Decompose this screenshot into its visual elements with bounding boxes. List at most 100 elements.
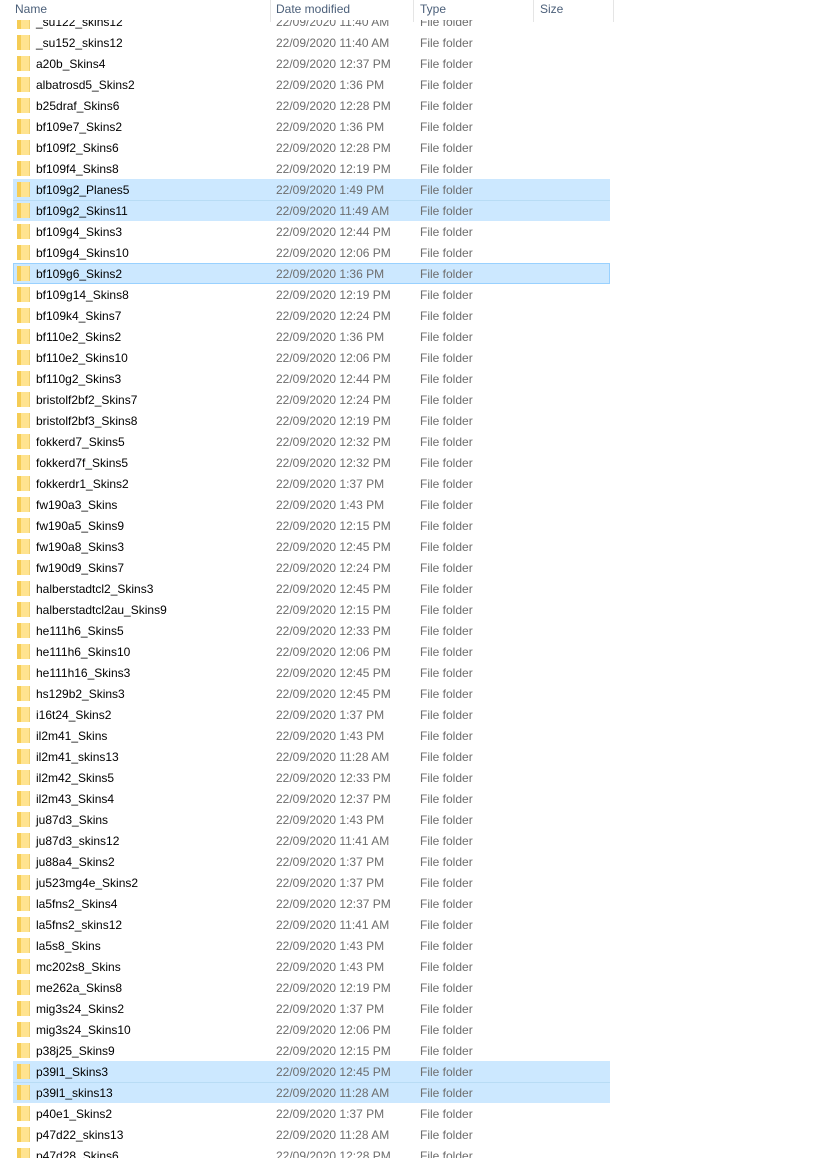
file-row[interactable]: he111h6_Skins5 22/09/2020 12:33 PM File fo… bbox=[0, 620, 830, 641]
file-row[interactable]: bf109g2_Planes5 22/09/2020 1:49 PM File fo… bbox=[0, 179, 830, 200]
file-row[interactable]: fw190d9_Skins7 22/09/2020 12:24 PM File fo… bbox=[0, 557, 830, 578]
file-row[interactable]: fw190a3_Skins 22/09/2020 1:43 PM File fold… bbox=[0, 494, 830, 515]
file-row[interactable]: p38j25_Skins9 22/09/2020 12:15 PM File fol… bbox=[0, 1040, 830, 1061]
file-type: File folder bbox=[420, 519, 473, 533]
file-row[interactable]: halberstadtcl2au_Skins9 22/09/2020 12:15 … bbox=[0, 599, 830, 620]
file-type: File folder bbox=[420, 246, 473, 260]
file-row[interactable]: p47d28_Skins6 22/09/2020 12:28 PM File fol… bbox=[0, 1145, 830, 1158]
folder-icon bbox=[17, 245, 30, 260]
file-row[interactable]: bf110e2_Skins2 22/09/2020 1:36 PM File fol… bbox=[0, 326, 830, 347]
folder-icon bbox=[17, 77, 30, 92]
file-row[interactable]: fokkerd7_Skins5 22/09/2020 12:32 PM File f… bbox=[0, 431, 830, 452]
file-row[interactable]: bf110g2_Skins3 22/09/2020 12:44 PM File fo… bbox=[0, 368, 830, 389]
file-row[interactable]: me262a_Skins8 22/09/2020 12:19 PM File fol… bbox=[0, 977, 830, 998]
file-row[interactable]: ju523mg4e_Skins2 22/09/2020 1:37 PM File f… bbox=[0, 872, 830, 893]
file-row[interactable]: fw190a8_Skins3 22/09/2020 12:45 PM File fo… bbox=[0, 536, 830, 557]
file-name: p47d22_skins13 bbox=[36, 1128, 124, 1142]
file-type: File folder bbox=[420, 435, 473, 449]
file-row[interactable]: bf109g2_Skins11 22/09/2020 11:49 AM File f… bbox=[0, 200, 830, 221]
file-row[interactable]: he111h16_Skins3 22/09/2020 12:45 PM File f… bbox=[0, 662, 830, 683]
folder-icon bbox=[17, 287, 30, 302]
file-row[interactable]: i16t24_Skins2 22/09/2020 1:37 PM File fold… bbox=[0, 704, 830, 725]
date-modified: 22/09/2020 12:19 PM bbox=[276, 162, 391, 176]
file-row[interactable]: bf109e7_Skins2 22/09/2020 1:36 PM File fol… bbox=[0, 116, 830, 137]
column-divider[interactable] bbox=[533, 0, 534, 22]
file-row[interactable]: mig3s24_Skins2 22/09/2020 1:37 PM File fol… bbox=[0, 998, 830, 1019]
file-name: ju88a4_Skins2 bbox=[36, 855, 115, 869]
file-row[interactable]: il2m43_Skins4 22/09/2020 12:37 PM File fol… bbox=[0, 788, 830, 809]
file-row[interactable]: il2m41_Skins 22/09/2020 1:43 PM File folde… bbox=[0, 725, 830, 746]
file-row[interactable]: albatrosd5_Skins2 22/09/2020 1:36 PM File … bbox=[0, 74, 830, 95]
file-type: File folder bbox=[420, 267, 473, 281]
file-row[interactable]: ju88a4_Skins2 22/09/2020 1:37 PM File fold… bbox=[0, 851, 830, 872]
file-name: p39l1_skins13 bbox=[36, 1086, 113, 1100]
date-modified: 22/09/2020 12:28 PM bbox=[276, 1149, 391, 1158]
file-row[interactable]: mig3s24_Skins10 22/09/2020 12:06 PM File f… bbox=[0, 1019, 830, 1040]
column-header-name[interactable]: Name bbox=[15, 2, 47, 16]
date-modified: 22/09/2020 1:37 PM bbox=[276, 876, 385, 890]
file-row[interactable]: bristolf2bf2_Skins7 22/09/2020 12:24 PM Fi… bbox=[0, 389, 830, 410]
column-header-size[interactable]: Size bbox=[540, 2, 563, 16]
file-type: File folder bbox=[420, 309, 473, 323]
file-name: bristolf2bf2_Skins7 bbox=[36, 393, 138, 407]
file-type: File folder bbox=[420, 561, 473, 575]
file-type: File folder bbox=[420, 204, 473, 218]
file-row[interactable]: bf109f4_Skins8 22/09/2020 12:19 PM File fo… bbox=[0, 158, 830, 179]
file-type: File folder bbox=[420, 708, 473, 722]
folder-icon bbox=[17, 791, 30, 806]
file-row[interactable]: hs129b2_Skins3 22/09/2020 12:45 PM File fo… bbox=[0, 683, 830, 704]
file-row[interactable]: ju87d3_skins12 22/09/2020 11:41 AM File fo… bbox=[0, 830, 830, 851]
file-row[interactable]: halberstadtcl2_Skins3 22/09/2020 12:45 PM… bbox=[0, 578, 830, 599]
column-divider[interactable] bbox=[613, 0, 614, 22]
file-row[interactable]: ju87d3_Skins 22/09/2020 1:43 PM File folde… bbox=[0, 809, 830, 830]
date-modified: 22/09/2020 12:37 PM bbox=[276, 57, 391, 71]
date-modified: 22/09/2020 11:40 AM bbox=[276, 20, 390, 29]
file-row[interactable]: _su122_skins12 22/09/2020 11:40 AM File fo… bbox=[0, 20, 830, 32]
file-row[interactable]: bf110e2_Skins10 22/09/2020 12:06 PM File f… bbox=[0, 347, 830, 368]
file-row[interactable]: fw190a5_Skins9 22/09/2020 12:15 PM File fo… bbox=[0, 515, 830, 536]
file-row[interactable]: la5fns2_Skins4 22/09/2020 12:37 PM File fo… bbox=[0, 893, 830, 914]
file-row[interactable]: bristolf2bf3_Skins8 22/09/2020 12:19 PM Fi… bbox=[0, 410, 830, 431]
file-row[interactable]: mc202s8_Skins 22/09/2020 1:43 PM File fold… bbox=[0, 956, 830, 977]
file-row[interactable]: fokkerd7f_Skins5 22/09/2020 12:32 PM File … bbox=[0, 452, 830, 473]
file-name: mig3s24_Skins10 bbox=[36, 1023, 131, 1037]
file-row[interactable]: he111h6_Skins10 22/09/2020 12:06 PM File f… bbox=[0, 641, 830, 662]
date-modified: 22/09/2020 12:45 PM bbox=[276, 666, 391, 680]
file-row[interactable]: bf109k4_Skins7 22/09/2020 12:24 PM File fo… bbox=[0, 305, 830, 326]
folder-icon bbox=[17, 749, 30, 764]
column-divider[interactable] bbox=[270, 0, 271, 22]
file-name: bf109g4_Skins3 bbox=[36, 225, 123, 239]
file-type: File folder bbox=[420, 771, 473, 785]
file-row[interactable]: bf109f2_Skins6 22/09/2020 12:28 PM File fo… bbox=[0, 137, 830, 158]
date-modified: 22/09/2020 12:28 PM bbox=[276, 99, 391, 113]
file-row[interactable]: la5s8_Skins 22/09/2020 1:43 PM File folder bbox=[0, 935, 830, 956]
date-modified: 22/09/2020 12:24 PM bbox=[276, 393, 391, 407]
folder-icon bbox=[17, 371, 30, 386]
file-row[interactable]: bf109g4_Skins3 22/09/2020 12:44 PM File fo… bbox=[0, 221, 830, 242]
date-modified: 22/09/2020 1:36 PM bbox=[276, 330, 385, 344]
column-header-type[interactable]: Type bbox=[420, 2, 446, 16]
file-type: File folder bbox=[420, 687, 473, 701]
file-row[interactable]: p39l1_Skins3 22/09/2020 12:45 PM File fold… bbox=[0, 1061, 830, 1082]
folder-icon bbox=[17, 917, 30, 932]
file-row[interactable]: bf109g6_Skins2 22/09/2020 1:36 PM File fol… bbox=[0, 263, 830, 284]
date-modified: 22/09/2020 1:43 PM bbox=[276, 498, 385, 512]
file-name: il2m41_skins13 bbox=[36, 750, 119, 764]
file-row[interactable]: la5fns2_skins12 22/09/2020 11:41 AM File f… bbox=[0, 914, 830, 935]
file-row[interactable]: b25draf_Skins6 22/09/2020 12:28 PM File fo… bbox=[0, 95, 830, 116]
file-row[interactable]: p40e1_Skins2 22/09/2020 1:37 PM File folde… bbox=[0, 1103, 830, 1124]
file-row[interactable]: a20b_Skins4 22/09/2020 12:37 PM File folde… bbox=[0, 53, 830, 74]
file-row[interactable]: il2m41_skins13 22/09/2020 11:28 AM File fo… bbox=[0, 746, 830, 767]
file-row[interactable]: fokkerdr1_Skins2 22/09/2020 1:37 PM File f… bbox=[0, 473, 830, 494]
folder-icon bbox=[17, 413, 30, 428]
file-row[interactable]: p39l1_skins13 22/09/2020 11:28 AM File fol… bbox=[0, 1082, 830, 1103]
file-row[interactable]: bf109g4_Skins10 22/09/2020 12:06 PM File f… bbox=[0, 242, 830, 263]
file-name: fw190d9_Skins7 bbox=[36, 561, 125, 575]
file-row[interactable]: _su152_skins12 22/09/2020 11:40 AM File fo… bbox=[0, 32, 830, 53]
column-divider[interactable] bbox=[413, 0, 414, 22]
column-header-date-modified[interactable]: Date modified bbox=[276, 2, 350, 16]
file-row[interactable]: il2m42_Skins5 22/09/2020 12:33 PM File fol… bbox=[0, 767, 830, 788]
file-row[interactable]: p47d22_skins13 22/09/2020 11:28 AM File fo… bbox=[0, 1124, 830, 1145]
file-row[interactable]: bf109g14_Skins8 22/09/2020 12:19 PM File f… bbox=[0, 284, 830, 305]
file-name: me262a_Skins8 bbox=[36, 981, 123, 995]
